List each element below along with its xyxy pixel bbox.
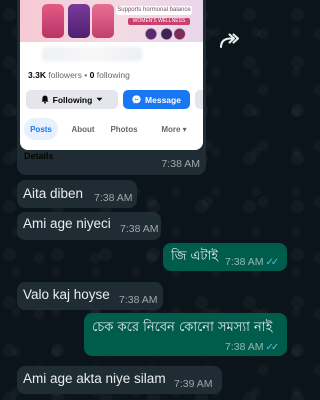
message-text: Ami age niyeci [23, 216, 111, 231]
more-options-label: ··· [203, 95, 204, 105]
double-check-icon: ✓✓ [265, 257, 280, 268]
caret-down-icon [96, 97, 103, 101]
tab-posts[interactable]: Posts [24, 118, 58, 140]
forward-icon[interactable] [218, 32, 240, 50]
message-time: 7:38 AM [225, 341, 264, 353]
tab-more[interactable]: More ▾ [150, 118, 198, 140]
message-text: Aita diben [23, 186, 84, 201]
follower-stats: 3.3K followers • 0 following [28, 70, 130, 80]
double-check-icon: ✓✓ [265, 342, 280, 353]
following-button[interactable]: Following [26, 90, 118, 109]
outgoing-message[interactable]: জি এটাই 7:38 AM ✓✓ [163, 243, 287, 271]
message-time: 7:38 AM [161, 158, 200, 170]
banner-tag: Supports hormonal balance [116, 6, 192, 15]
message-time-status: 7:38 AM ✓✓ [225, 341, 280, 353]
blurred-page-name [42, 47, 142, 61]
messenger-icon [132, 95, 141, 104]
banner-tag-secondary: WOMEN'S WELLNESS [128, 18, 190, 25]
followers-label: followers [48, 70, 82, 80]
incoming-message[interactable]: Ami age niyeci 7:38 AM [17, 212, 161, 240]
tab-photos[interactable]: Photos [104, 118, 144, 140]
product-image [92, 4, 114, 38]
message-text: Valo kaj hoyse [23, 287, 110, 302]
more-options-button[interactable]: ··· [195, 90, 203, 109]
message-time: 7:39 AM [174, 378, 213, 390]
message-time: 7:38 AM [119, 294, 158, 306]
profile-cover-image: Supports hormonal balance WOMEN'S WELLNE… [20, 0, 203, 42]
stats-separator: • [84, 70, 88, 80]
berries-image [138, 27, 190, 41]
product-image [68, 4, 90, 38]
followers-count: 3.3K [28, 70, 46, 80]
incoming-message[interactable]: Ami age akta niye silam 7:39 AM [17, 366, 222, 394]
outgoing-message[interactable]: চেক করে নিবেন কোনো সমস্যা নাই 7:38 AM ✓✓ [84, 313, 287, 356]
message-text: জি এটাই [171, 249, 218, 264]
message-text: চেক করে নিবেন কোনো সমস্যা নাই [92, 320, 273, 335]
product-image [42, 4, 64, 38]
following-count: 0 [89, 70, 95, 80]
tab-about[interactable]: About [66, 118, 100, 140]
incoming-message[interactable]: Aita diben 7:38 AM [17, 180, 137, 208]
details-heading: Details [24, 151, 54, 161]
message-button[interactable]: Message [123, 90, 190, 109]
message-time-status: 7:38 AM ✓✓ [225, 256, 280, 268]
message-button-label: Message [145, 94, 181, 105]
following-button-label: Following [52, 94, 93, 105]
bell-icon [41, 95, 49, 104]
following-label: following [96, 70, 130, 80]
message-time: 7:38 AM [225, 256, 264, 268]
incoming-message[interactable]: Valo kaj hoyse 7:38 AM [17, 282, 163, 310]
message-text: Ami age akta niye silam [23, 371, 166, 386]
message-time: 7:38 AM [94, 192, 133, 204]
message-time: 7:38 AM [120, 223, 159, 235]
profile-tabs: Posts About Photos More ▾ [24, 118, 203, 140]
shared-profile-card-message[interactable]: Supports hormonal balance WOMEN'S WELLNE… [17, 0, 206, 175]
profile-preview[interactable]: Supports hormonal balance WOMEN'S WELLNE… [20, 0, 203, 150]
